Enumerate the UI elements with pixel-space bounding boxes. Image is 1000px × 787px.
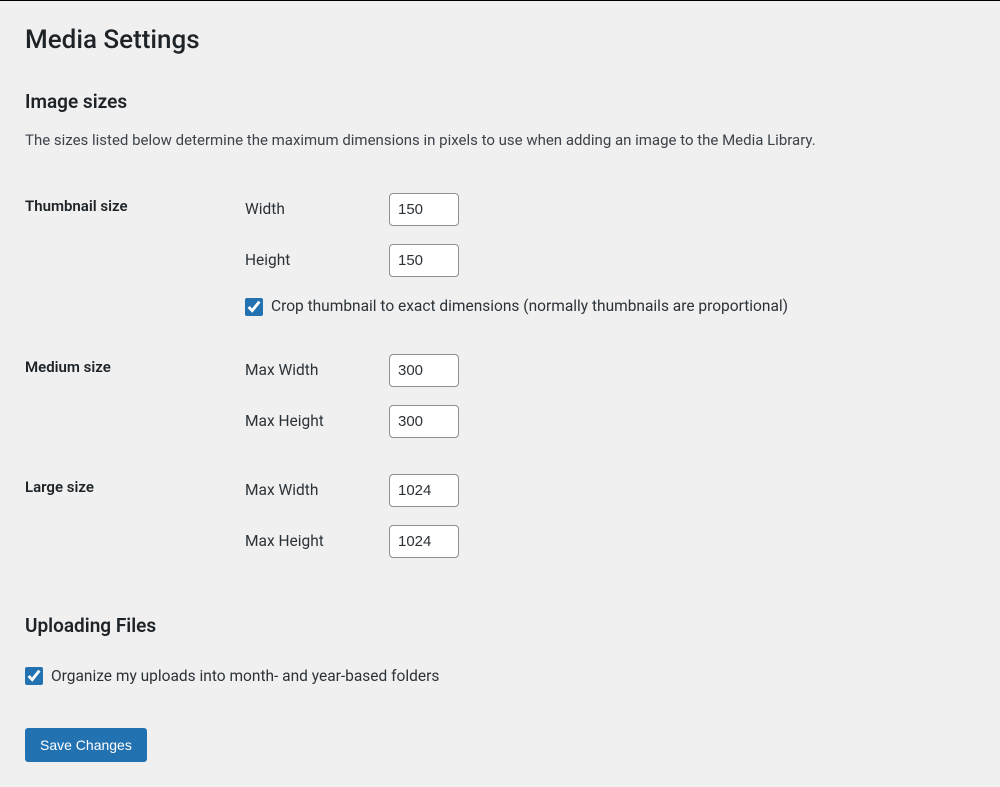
uploading-files-heading: Uploading Files: [25, 612, 975, 641]
organize-uploads-checkbox[interactable]: [25, 667, 43, 685]
thumbnail-width-input[interactable]: [389, 193, 459, 226]
large-width-label: Max Width: [245, 479, 389, 502]
medium-width-input[interactable]: [389, 354, 459, 387]
large-height-input[interactable]: [389, 525, 459, 558]
large-width-input[interactable]: [389, 474, 459, 507]
settings-page: Media Settings Image sizes The sizes lis…: [0, 1, 1000, 787]
save-button[interactable]: Save Changes: [25, 728, 147, 762]
thumbnail-height-label: Height: [245, 249, 389, 272]
thumbnail-width-label: Width: [245, 198, 389, 221]
thumbnail-crop-label[interactable]: Crop thumbnail to exact dimensions (norm…: [271, 295, 788, 318]
large-size-label: Large size: [25, 456, 245, 576]
image-sizes-heading: Image sizes: [25, 88, 975, 117]
medium-height-input[interactable]: [389, 405, 459, 438]
page-title: Media Settings: [25, 11, 975, 60]
thumbnail-height-input[interactable]: [389, 244, 459, 277]
large-height-label: Max Height: [245, 530, 389, 553]
thumbnail-size-label: Thumbnail size: [25, 175, 245, 336]
medium-height-label: Max Height: [245, 410, 389, 433]
image-sizes-description: The sizes listed below determine the max…: [25, 129, 975, 152]
medium-width-label: Max Width: [245, 359, 389, 382]
medium-size-label: Medium size: [25, 336, 245, 456]
image-sizes-table: Thumbnail size Width Height: [25, 175, 975, 576]
organize-uploads-label[interactable]: Organize my uploads into month- and year…: [51, 665, 439, 688]
thumbnail-crop-checkbox[interactable]: [245, 298, 263, 316]
